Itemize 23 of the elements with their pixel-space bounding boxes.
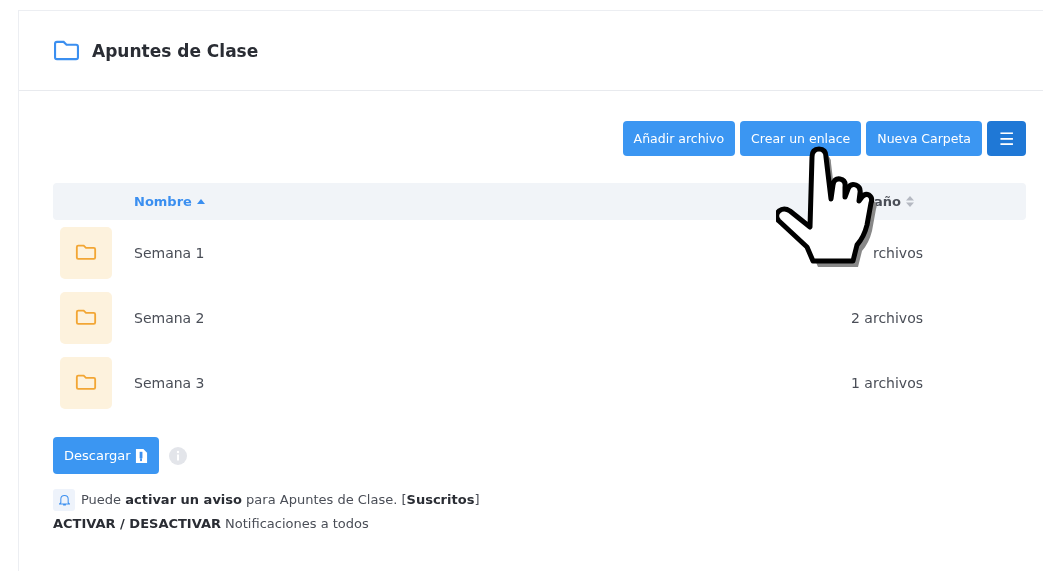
- folder-icon: [53, 40, 80, 61]
- folder-name-link[interactable]: Semana 3: [134, 374, 205, 391]
- menu-button[interactable]: ☰: [987, 121, 1026, 156]
- table-cell: rchivos: [872, 244, 923, 261]
- download-button[interactable]: Descargar: [53, 437, 159, 474]
- toolbar-button[interactable]: Nueva Carpeta: [866, 121, 982, 156]
- folder-icon: [60, 356, 112, 409]
- card-title: Apuntes de Clase: [92, 40, 259, 61]
- folder-name-link[interactable]: Semana 1: [134, 244, 205, 261]
- folder-icon: [60, 226, 112, 279]
- table-cell: 1 archivos: [851, 374, 923, 391]
- bell-icon: [53, 489, 75, 511]
- folder-name-link[interactable]: Semana 2: [134, 309, 205, 326]
- toolbar-button[interactable]: Crear un enlace: [740, 121, 862, 156]
- notice-text: Puede activar un aviso para Apuntes de Clase. [Suscritos]: [81, 491, 480, 509]
- table-cell: 2 archivos: [851, 309, 923, 326]
- folder-icon: [60, 291, 112, 344]
- column-header[interactable]: Nombre: [134, 194, 205, 209]
- notice-text: ACTIVAR / DESACTIVAR Notificaciones a todos: [53, 515, 369, 533]
- column-header[interactable]: año: [874, 194, 914, 209]
- info-icon[interactable]: [168, 446, 187, 465]
- toolbar-button[interactable]: Añadir archivo: [622, 121, 736, 156]
- file-icon: [134, 447, 148, 464]
